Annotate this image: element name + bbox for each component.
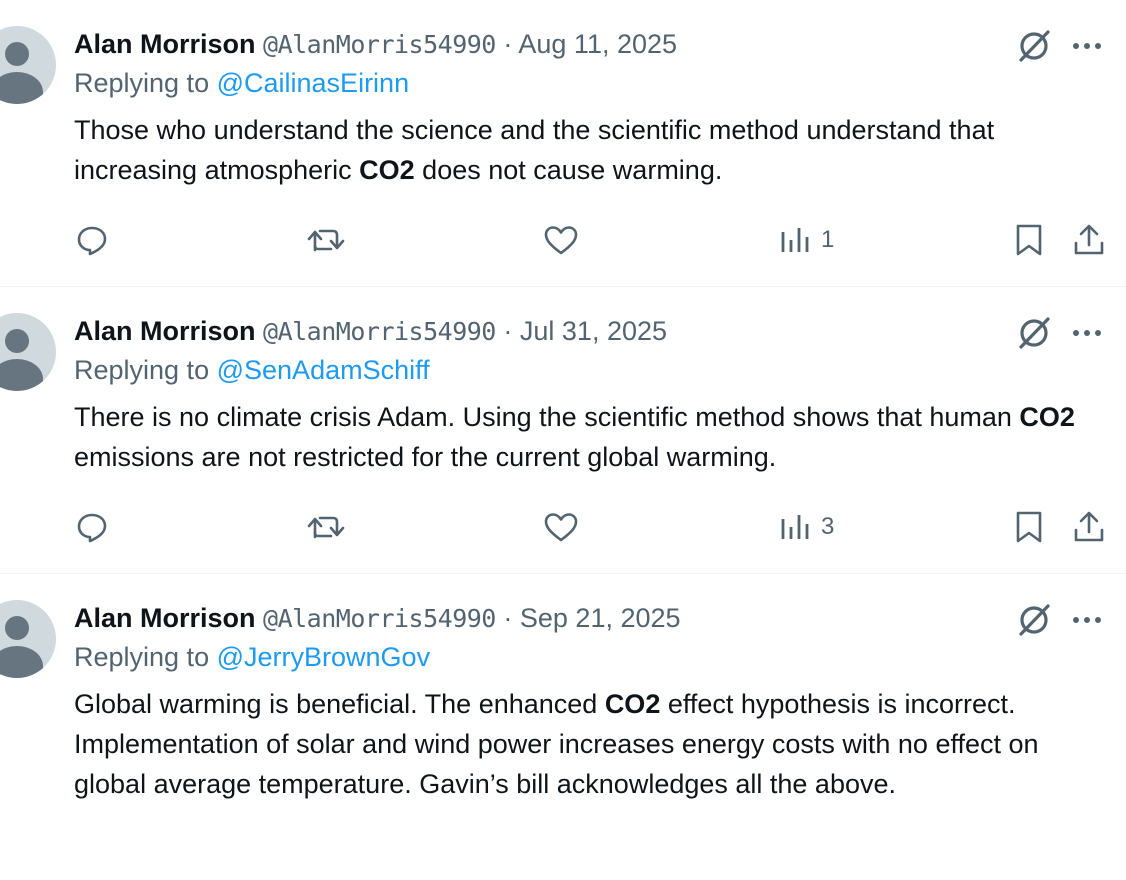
like-button[interactable]: [543, 220, 579, 260]
action-bar: 1: [0, 220, 1126, 260]
share-button[interactable]: [1072, 507, 1106, 547]
tweet-header: Alan Morrison @AlanMorris54990 · Aug 11,…: [74, 24, 677, 64]
avatar-shoulders: [0, 72, 43, 104]
replying-to: Replying to @SenAdamSchiff: [74, 355, 430, 386]
separator-dot: ·: [503, 29, 513, 59]
avatar[interactable]: [0, 600, 56, 678]
like-button[interactable]: [543, 507, 579, 547]
bookmark-button[interactable]: [1014, 507, 1044, 547]
more-icon[interactable]: [1070, 315, 1108, 351]
bookmark-button[interactable]: [1014, 220, 1044, 260]
retweet-icon: [306, 224, 346, 256]
tweet-text: There is no climate crisis Adam. Using t…: [74, 397, 1114, 477]
grok-icon[interactable]: [1016, 602, 1052, 638]
reply-icon: [76, 224, 108, 256]
views-icon: [779, 511, 811, 543]
tweet-header: Alan Morrison @AlanMorris54990 · Jul 31,…: [74, 311, 667, 351]
views-count: 3: [821, 513, 835, 540]
tweet-2[interactable]: Alan Morrison @AlanMorris54990 · Jul 31,…: [0, 311, 1126, 573]
retweet-button[interactable]: [306, 507, 346, 547]
more-icon[interactable]: [1070, 28, 1108, 64]
avatar-shoulders: [0, 359, 43, 391]
reply-button[interactable]: [76, 220, 108, 260]
tweet-date[interactable]: Sep 21, 2025: [520, 603, 681, 633]
share-button[interactable]: [1072, 220, 1106, 260]
replying-to: Replying to @JerryBrownGov: [74, 642, 430, 673]
tweet-text-part: emissions are not restricted for the cur…: [74, 442, 777, 472]
author-handle[interactable]: @AlanMorris54990: [263, 317, 496, 346]
grok-icon[interactable]: [1016, 28, 1052, 64]
avatar-head: [5, 616, 29, 640]
author-name[interactable]: Alan Morrison: [74, 316, 256, 346]
author-name[interactable]: Alan Morrison: [74, 29, 256, 59]
tweet-divider: [0, 573, 1126, 574]
separator-dot: ·: [503, 603, 513, 633]
share-icon: [1072, 223, 1106, 257]
tweet-text-bold: CO2: [1019, 402, 1075, 432]
avatar-head: [5, 329, 29, 353]
share-icon: [1072, 510, 1106, 544]
action-bar: 3: [0, 507, 1126, 547]
bookmark-icon: [1014, 223, 1044, 257]
views-button[interactable]: 1: [779, 220, 834, 260]
views-count: 1: [821, 226, 835, 253]
bookmark-icon: [1014, 510, 1044, 544]
replying-to-link[interactable]: @CailinasEirinn: [217, 68, 409, 98]
separator-dot: ·: [503, 316, 513, 346]
replying-label: Replying to: [74, 642, 210, 672]
views-button[interactable]: 3: [779, 507, 834, 547]
grok-icon[interactable]: [1016, 315, 1052, 351]
avatar-shoulders: [0, 646, 43, 678]
replying-to-link[interactable]: @JerryBrownGov: [217, 642, 430, 672]
tweet-divider: [0, 286, 1126, 287]
tweet-1[interactable]: Alan Morrison @AlanMorris54990 · Aug 11,…: [0, 24, 1126, 286]
tweet-3[interactable]: Alan Morrison @AlanMorris54990 · Sep 21,…: [0, 598, 1126, 880]
tweet-text-part: does not cause warming.: [414, 155, 723, 185]
views-icon: [779, 224, 811, 256]
author-name[interactable]: Alan Morrison: [74, 603, 256, 633]
tweet-header: Alan Morrison @AlanMorris54990 · Sep 21,…: [74, 598, 681, 638]
like-icon: [543, 224, 579, 256]
tweet-text-bold: CO2: [359, 155, 415, 185]
tweet-text: Those who understand the science and the…: [74, 110, 1114, 190]
more-icon[interactable]: [1070, 602, 1108, 638]
replying-to-link[interactable]: @SenAdamSchiff: [217, 355, 430, 385]
avatar[interactable]: [0, 313, 56, 391]
retweet-icon: [306, 511, 346, 543]
reply-icon: [76, 511, 108, 543]
reply-button[interactable]: [76, 507, 108, 547]
author-handle[interactable]: @AlanMorris54990: [263, 30, 496, 59]
replying-label: Replying to: [74, 68, 210, 98]
author-handle[interactable]: @AlanMorris54990: [263, 604, 496, 633]
tweet-text-part: Global warming is beneficial. The enhanc…: [74, 689, 605, 719]
retweet-button[interactable]: [306, 220, 346, 260]
replying-to: Replying to @CailinasEirinn: [74, 68, 409, 99]
tweet-text-part: There is no climate crisis Adam. Using t…: [74, 402, 1020, 432]
avatar[interactable]: [0, 26, 56, 104]
replying-label: Replying to: [74, 355, 210, 385]
tweet-date[interactable]: Jul 31, 2025: [520, 316, 667, 346]
like-icon: [543, 511, 579, 543]
tweet-text: Global warming is beneficial. The enhanc…: [74, 684, 1114, 804]
tweet-text-bold: CO2: [604, 689, 661, 719]
avatar-head: [5, 42, 29, 66]
tweet-date[interactable]: Aug 11, 2025: [518, 29, 677, 59]
